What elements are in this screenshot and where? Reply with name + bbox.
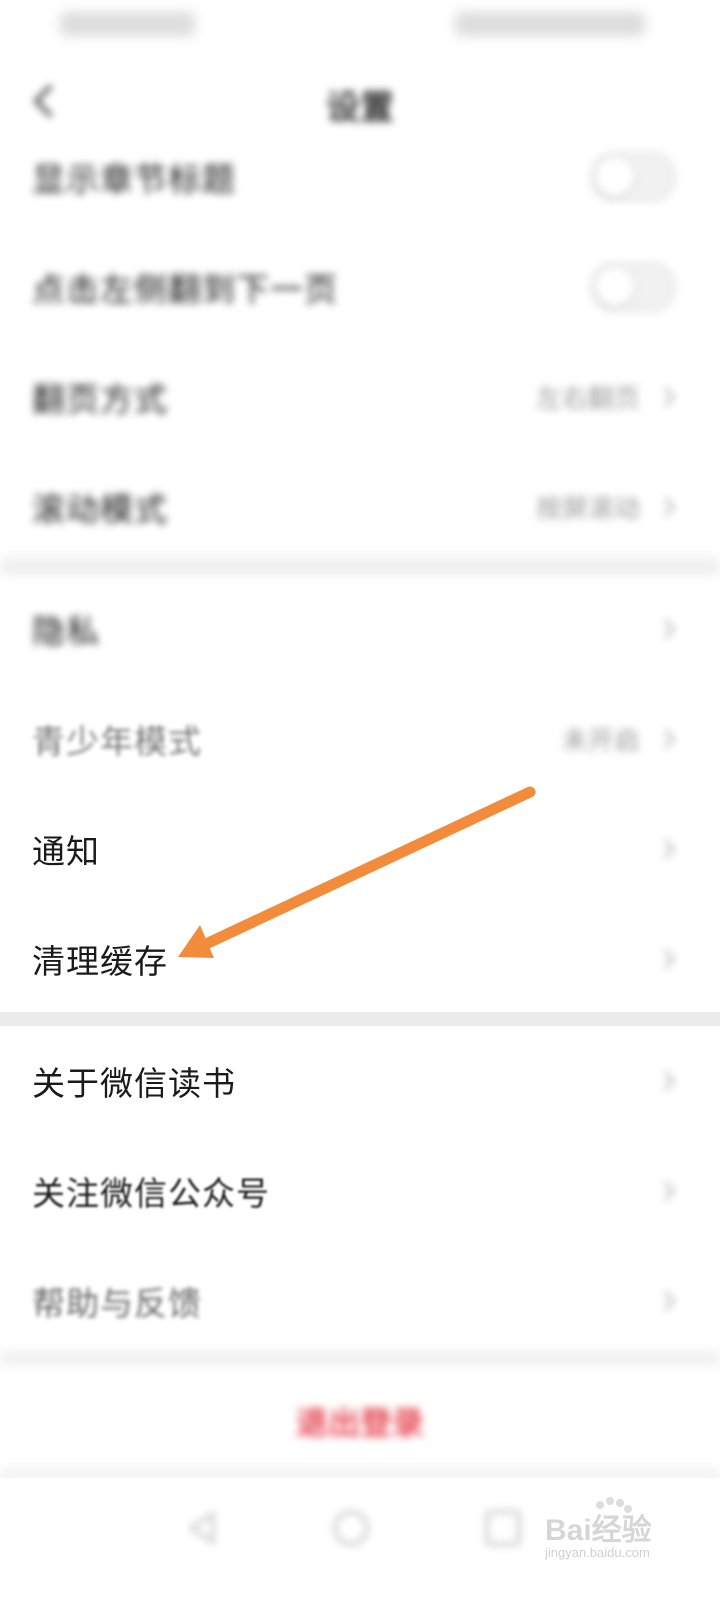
section-divider [0, 1012, 720, 1026]
setting-row-tap-left-next-page[interactable]: 点击左侧翻到下一页 [0, 232, 720, 342]
setting-row-show-chapter-title[interactable]: 显示章节标题 [0, 122, 720, 232]
system-home-icon[interactable] [333, 1510, 369, 1546]
setting-row-label: 帮助与反馈 [32, 1284, 202, 1323]
status-bar-right [455, 12, 645, 36]
setting-row-page-turn-mode[interactable]: 翻页方式 左右翻页 [0, 342, 720, 452]
status-bar [0, 0, 720, 50]
setting-row-label: 点击左侧翻到下一页 [32, 270, 338, 309]
setting-row-value: 按屏滚动 [535, 494, 640, 525]
toggle-switch[interactable] [590, 152, 676, 202]
chevron-right-icon [663, 619, 676, 639]
system-back-icon[interactable] [185, 1510, 221, 1546]
setting-row-label: 通知 [32, 832, 100, 871]
setting-row-value: 未开启 [561, 726, 640, 757]
setting-row-privacy[interactable]: 隐私 [0, 574, 720, 684]
setting-row-scroll-mode[interactable]: 滚动模式 按屏滚动 [0, 452, 720, 562]
setting-row-label: 清理缓存 [32, 942, 168, 981]
setting-row-label: 翻页方式 [32, 380, 168, 419]
system-recent-apps-icon[interactable] [485, 1510, 521, 1546]
status-bar-left [60, 12, 195, 36]
chevron-right-icon [663, 839, 676, 859]
chevron-right-icon [663, 949, 676, 969]
setting-row-value: 左右翻页 [535, 384, 640, 415]
setting-row-follow-official-account[interactable]: 关注微信公众号 [0, 1136, 720, 1246]
setting-row-label: 滚动模式 [32, 490, 168, 529]
chevron-right-icon [663, 387, 676, 407]
setting-row-notifications[interactable]: 通知 [0, 794, 720, 904]
setting-row-label: 隐私 [32, 612, 100, 651]
setting-row-label: 关注微信公众号 [32, 1174, 270, 1213]
toggle-switch[interactable] [590, 262, 676, 312]
setting-row-clear-cache[interactable]: 清理缓存 [0, 904, 720, 1014]
setting-row-label: 关于微信读书 [32, 1064, 236, 1103]
chevron-right-icon [663, 1291, 676, 1311]
watermark-brand: Bai经验 [545, 1514, 652, 1547]
setting-row-label: 青少年模式 [32, 722, 202, 761]
chevron-right-icon [663, 1181, 676, 1201]
logout-button[interactable]: 退出登录 [0, 1398, 720, 1444]
chevron-right-icon [663, 729, 676, 749]
watermark-url: jingyan.baidu.com [545, 1545, 650, 1560]
setting-row-label: 显示章节标题 [32, 160, 236, 199]
chevron-right-icon [663, 497, 676, 517]
section-divider [0, 558, 720, 574]
setting-row-teen-mode[interactable]: 青少年模式 未开启 [0, 684, 720, 794]
setting-row-about[interactable]: 关于微信读书 [0, 1026, 720, 1136]
setting-row-help-feedback[interactable]: 帮助与反馈 [0, 1246, 720, 1356]
chevron-right-icon [663, 1071, 676, 1091]
